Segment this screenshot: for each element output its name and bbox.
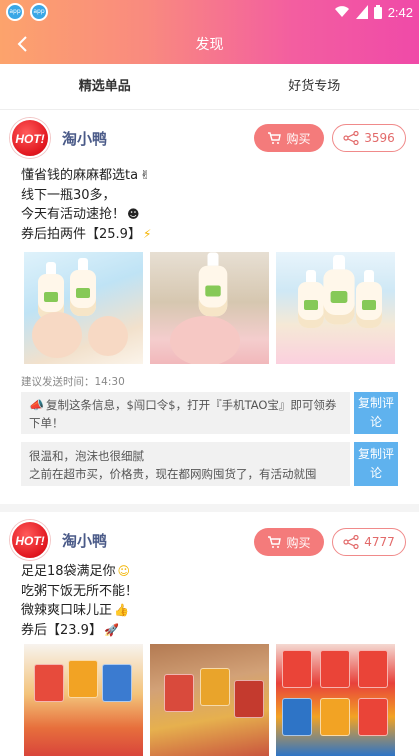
copy-block: 很温和，泡沫也很细腻 之前在超市买，价格贵，现在都网购囤货了，有活动就囤 复制评… [21,442,398,486]
shop-name[interactable]: 淘小鸭 [62,530,107,551]
tab-bar: 精选单品 好货专场 [0,64,419,110]
app-icon: app [6,3,24,21]
product-photo[interactable] [24,252,143,364]
product-photo[interactable] [24,644,143,756]
post-card: HOT! 淘小鸭 购买 3596 懂省钱的麻麻都选ta✌ 线下一瓶30多， 今天… [0,110,419,504]
app-header: app app 2:42 发现 [0,0,419,64]
avatar: HOT! [10,118,50,158]
suggest-time: 建议发送时间：14:30 [21,374,125,389]
copy-comment-button[interactable]: 复制评论 [354,442,398,486]
share-count: 3596 [364,131,395,145]
feed: HOT! 淘小鸭 购买 3596 懂省钱的麻麻都选ta✌ 线下一瓶30多， 今天… [0,110,419,752]
share-icon [343,535,359,549]
copy-block: 📣复制这条信息，$闯口令$，打开『手机TAO宝』即可领券下单！ 复制评论 [21,392,398,434]
wifi-icon [334,6,350,18]
tab-featured[interactable]: 精选单品 [0,64,210,109]
status-time: 2:42 [388,5,413,20]
avatar: HOT! [10,520,50,560]
share-count: 4777 [364,535,395,549]
cart-icon [267,131,281,145]
desc-line: 券后拍两件【25.9】 [21,227,141,242]
face-icon: ☻ [127,205,140,225]
battery-icon [374,5,382,19]
victory-hand-icon: ✌ [140,166,150,186]
share-button[interactable]: 4777 [332,528,406,556]
lightning-icon: ⚡ [143,225,151,245]
desc-line: 吃粥下饭无所不能！ [21,584,138,599]
app-icon: app [30,3,48,21]
rocket-icon: 🚀 [104,621,119,641]
copy-comment-button[interactable]: 复制评论 [354,392,398,434]
desc-line: 今天有活动速抢！ [21,207,125,222]
post-card: HOT! 淘小鸭 购买 4777 足足18袋满足你☺ 吃粥下饭无所不能！ 微辣爽… [0,512,419,752]
buy-button[interactable]: 购买 [254,124,324,152]
buy-button-label: 购买 [286,534,310,551]
post-description: 懂省钱的麻麻都选ta✌ 线下一瓶30多， 今天有活动速抢！☻ 券后拍两件【25.… [21,166,151,244]
copy-text: 很温和，泡沫也很细腻 之前在超市买，价格贵，现在都网购囤货了，有活动就囤 [21,442,350,486]
post-description: 足足18袋满足你☺ 吃粥下饭无所不能！ 微辣爽口味儿正👍 券后【23.9】🚀 [21,562,138,640]
status-bar: app app 2:42 [0,0,419,24]
photo-grid [24,252,395,364]
cart-icon [267,535,281,549]
product-photo[interactable] [276,252,395,364]
buy-button[interactable]: 购买 [254,528,324,556]
share-icon [343,131,359,145]
divider [0,504,419,512]
smile-icon: ☺ [118,562,131,582]
buy-button-label: 购买 [286,130,310,147]
shop-name[interactable]: 淘小鸭 [62,128,107,149]
megaphone-icon: 📣 [29,396,44,414]
product-photo[interactable] [150,644,269,756]
desc-line: 微辣爽口味儿正 [21,603,112,618]
desc-line: 懂省钱的麻麻都选ta [21,168,138,183]
desc-line: 券后【23.9】 [21,623,102,638]
photo-grid [24,644,395,756]
copy-text: 📣复制这条信息，$闯口令$，打开『手机TAO宝』即可领券下单！ [21,392,350,434]
desc-line: 足足18袋满足你 [21,564,116,579]
product-photo[interactable] [150,252,269,364]
desc-line: 线下一瓶30多， [21,188,116,203]
page-title: 发现 [0,34,419,54]
share-button[interactable]: 3596 [332,124,406,152]
status-icons: 2:42 [334,2,413,22]
product-photo[interactable] [276,644,395,756]
signal-icon [356,5,368,19]
thumbs-up-icon: 👍 [114,601,129,621]
tab-specials[interactable]: 好货专场 [210,64,419,109]
nav-bar: 发现 [0,24,419,64]
